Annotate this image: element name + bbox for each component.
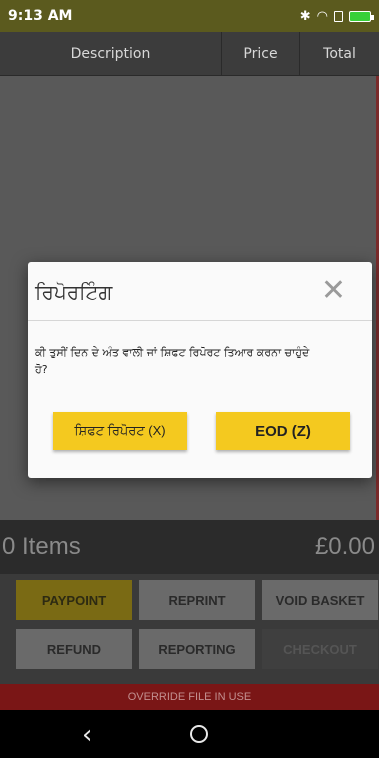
eod-report-button[interactable]: EOD (Z) <box>216 412 350 450</box>
total-amount: £0.00 <box>314 533 375 560</box>
totals-row: 0 Items £0.00 <box>0 520 379 574</box>
reprint-button[interactable]: REPRINT <box>139 580 255 620</box>
refund-button[interactable]: REFUND <box>16 629 132 669</box>
column-total: Total <box>323 45 356 62</box>
paypoint-button[interactable]: PAYPOINT <box>16 580 132 620</box>
wifi-icon: ◠ <box>316 8 328 24</box>
status-time: 9:13 AM <box>8 8 73 24</box>
dialog-title: ਰਿਪੋਰਟਿੰਗ <box>35 280 113 304</box>
basket-table-header: Description Price Total <box>0 32 379 76</box>
action-buttons: PAYPOINT REPRINT VOID BASKET REFUND REPO… <box>0 574 379 684</box>
dialog-message: ਕੀ ਤੁਸੀਂ ਦਿਨ ਦੇ ਅੰਤ ਵਾਲੀ ਜਾਂ ਸ਼ਿਫਟ ਰਿਪੋਰ… <box>35 346 310 376</box>
column-description: Description <box>0 32 222 75</box>
reporting-dialog: ਰਿਪੋਰਟਿੰਗ ✕ ਕੀ ਤੁਸੀਂ ਦਿਨ ਦੇ ਅੰਤ ਵਾਲੀ ਜਾਂ… <box>28 262 372 478</box>
sim-icon <box>334 10 343 22</box>
back-icon[interactable]: ‹ <box>82 720 92 750</box>
bluetooth-icon: ✱ <box>299 8 311 24</box>
navigation-bar: ‹ <box>0 710 379 758</box>
close-icon[interactable]: ✕ <box>321 276 346 306</box>
shift-report-button[interactable]: ਸ਼ਿਫਟ ਰਿਪੋਰਟ (X) <box>53 412 187 450</box>
void-basket-button[interactable]: VOID BASKET <box>262 580 378 620</box>
column-price: Price <box>222 32 300 75</box>
checkout-button[interactable]: CHECKOUT <box>262 629 378 669</box>
reporting-button[interactable]: REPORTING <box>139 629 255 669</box>
home-icon[interactable] <box>190 725 208 743</box>
override-banner: OVERRIDE FILE IN USE <box>0 684 379 710</box>
dialog-divider <box>28 320 372 321</box>
status-icons: ✱ ◠ <box>299 8 374 24</box>
battery-icon <box>349 10 374 22</box>
items-count: 0 Items <box>2 533 81 560</box>
status-bar: 9:13 AM ✱ ◠ <box>0 0 379 32</box>
